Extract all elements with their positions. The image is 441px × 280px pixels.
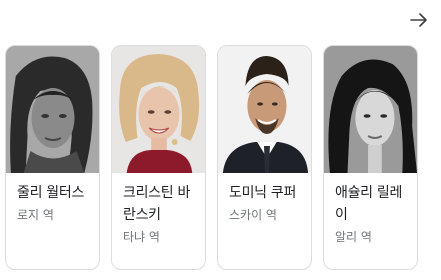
actor-name: 줄리 월터스 [17, 185, 85, 201]
next-arrow-button[interactable] [407, 8, 431, 32]
cast-carousel: 줄리 월터스 로지 역 크리스틴 바란스키 타냐 역 도미닉 쿠퍼 스카이 역 … [5, 45, 418, 270]
cast-card[interactable]: 애슐리 릴레이 알리 역 [323, 45, 418, 270]
actor-photo [112, 46, 205, 173]
role-name: 로지 역 [17, 208, 54, 222]
role-name: 스카이 역 [229, 208, 277, 222]
cast-card[interactable]: 도미닉 쿠퍼 스카이 역 [217, 45, 312, 270]
actor-photo [324, 46, 417, 173]
role-name: 알리 역 [335, 230, 372, 244]
actor-name: 크리스틴 바란스키 [123, 185, 191, 223]
actor-name: 도미닉 쿠퍼 [229, 185, 297, 201]
cast-card[interactable]: 줄리 월터스 로지 역 [5, 45, 100, 270]
role-name: 타냐 역 [123, 230, 160, 244]
cast-card[interactable]: 크리스틴 바란스키 타냐 역 [111, 45, 206, 270]
actor-name: 애슐리 릴레이 [335, 185, 403, 223]
actor-photo [6, 46, 99, 173]
actor-photo [218, 46, 311, 173]
arrow-right-icon [410, 13, 427, 27]
